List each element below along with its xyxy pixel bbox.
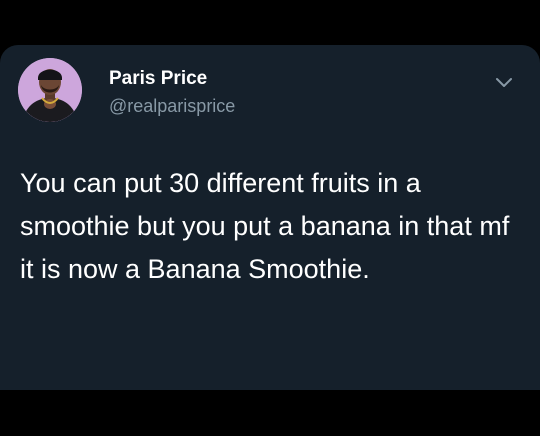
author-handle[interactable]: @realparisprice [109,96,235,117]
tweet-text: You can put 30 different fruits in a smo… [20,168,510,284]
tweet-card[interactable]: Paris Price @realparisprice You can put … [0,45,540,390]
chevron-down-icon[interactable] [493,71,515,93]
author-name[interactable]: Paris Price [109,68,207,90]
avatar[interactable] [18,58,82,122]
screenshot-frame: Paris Price @realparisprice You can put … [0,0,540,436]
avatar-image [18,58,82,122]
